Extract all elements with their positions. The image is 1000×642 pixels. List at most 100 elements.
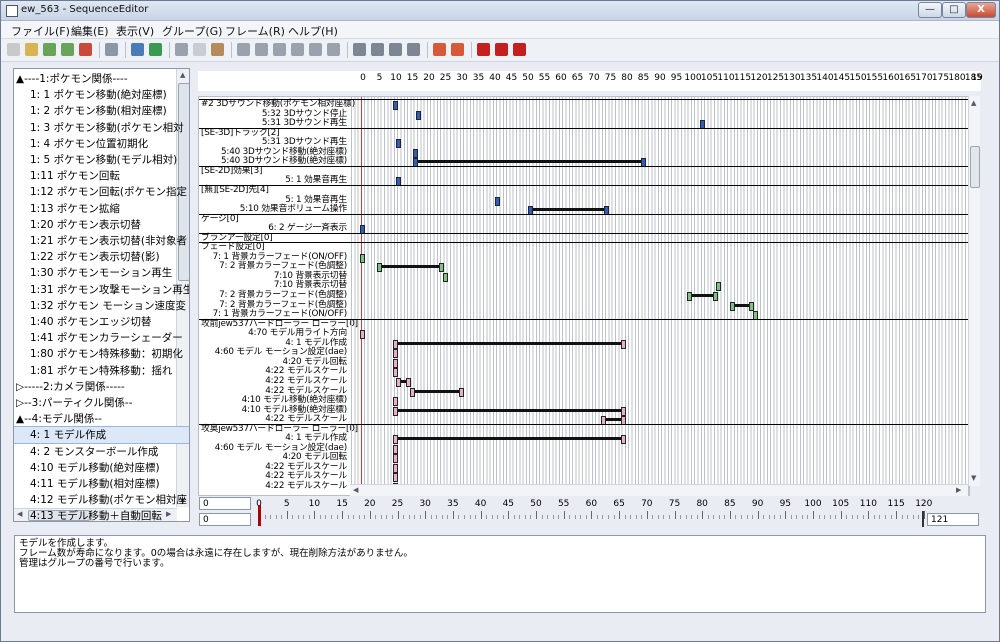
menu-file[interactable]: ファイル(F) xyxy=(11,23,70,39)
keyframe-marker[interactable] xyxy=(393,406,398,416)
keyframe-marker[interactable] xyxy=(716,282,722,292)
keyframe-marker[interactable] xyxy=(393,358,398,368)
keyframe-marker[interactable] xyxy=(396,139,402,149)
tree-item[interactable]: 1: 2 ポケモン移動(相対座標) xyxy=(14,103,189,119)
track-label[interactable]: 4:22 モデルスケール xyxy=(265,482,347,491)
keyframe-marker[interactable] xyxy=(396,377,402,387)
frame-right-icon[interactable] xyxy=(407,43,420,56)
tree-group[interactable]: ▲----1:ポケモン関係---- xyxy=(14,71,176,87)
cut-icon[interactable] xyxy=(175,43,188,56)
tree-item[interactable]: 1:20 ポケモン表示切替 xyxy=(14,217,189,233)
record-icon[interactable] xyxy=(495,43,508,56)
duration-bar[interactable] xyxy=(416,160,643,164)
duration-bar[interactable] xyxy=(380,265,442,269)
command-tree[interactable]: ▲ ▼ ◀ ▶ ▲----1:ポケモン関係---- 1: 1 ポケモン移動(絶対座… xyxy=(13,68,190,522)
keyframe-marker[interactable] xyxy=(620,406,626,416)
timeline-scroll-down-icon[interactable]: ▼ xyxy=(971,474,976,482)
tree-item[interactable]: 1: 4 ポケモン位置初期化 xyxy=(14,136,189,152)
track-label[interactable]: 4:70 モデル用ライト方向 xyxy=(248,329,347,338)
frame-ruler[interactable]: 0 5 10 15 20 25 30 35 40 45 50 55 60 65 70 75 80 85 90 95 10… xyxy=(198,71,983,91)
keyframe-marker[interactable] xyxy=(393,463,398,473)
save-down-icon[interactable] xyxy=(61,43,74,56)
tree-item[interactable]: 1:41 ポケモンカラーシェーダー xyxy=(14,330,189,346)
tree-item[interactable]: 4:10 モデル移動(絶対座標) xyxy=(14,460,189,476)
redo-icon[interactable] xyxy=(149,43,162,56)
open-folder-icon[interactable] xyxy=(25,43,38,56)
duration-bar[interactable] xyxy=(413,389,461,393)
duration-bar[interactable] xyxy=(397,437,623,441)
tree-item[interactable]: 1: 3 ポケモン移動(ポケモン相対 xyxy=(14,120,189,136)
record-end-icon[interactable] xyxy=(513,43,526,56)
start-frame-field[interactable]: 0 xyxy=(199,497,251,510)
duration-bar[interactable] xyxy=(532,208,607,212)
keyframe-marker[interactable] xyxy=(729,301,735,311)
save-up-icon[interactable] xyxy=(43,43,56,56)
keyframe-marker[interactable] xyxy=(393,397,398,407)
car-icon[interactable] xyxy=(105,43,118,56)
indent-icon[interactable] xyxy=(291,43,304,56)
menu-edit[interactable]: 編集(E) xyxy=(71,23,109,39)
current-frame-field[interactable]: 0 xyxy=(199,513,251,526)
tree-item[interactable]: 4: 2 モンスターボール作成 xyxy=(14,444,189,460)
track-label[interactable]: 5:31 3Dサウンド再生 xyxy=(262,138,347,147)
timeline-vertical-thumb[interactable] xyxy=(970,146,980,188)
minimize-button[interactable]: — xyxy=(918,2,942,18)
keyframe-marker[interactable] xyxy=(620,339,626,349)
tree-item[interactable]: 4:11 モデル移動(相対座標) xyxy=(14,476,189,492)
tree-item[interactable]: 4:13 モデル移動＋自動回転 xyxy=(14,508,189,521)
keyframe-marker[interactable] xyxy=(713,292,719,301)
tree-item[interactable]: 1:81 ポケモン特殊移動：揺れ xyxy=(14,363,189,379)
keyframe-marker[interactable] xyxy=(393,435,398,445)
record-stop-icon[interactable] xyxy=(477,43,490,56)
frame-left-icon[interactable] xyxy=(353,43,366,56)
close-button[interactable]: X xyxy=(966,2,996,18)
outdent-icon[interactable] xyxy=(309,43,322,56)
track-label[interactable]: 4: 1 モデル作成 xyxy=(285,434,347,443)
tree-item[interactable]: 1: 5 ポケモン移動(モデル相対) xyxy=(14,152,189,168)
tree-item[interactable]: 1:31 ポケモン攻撃モーション再生 xyxy=(14,282,189,298)
align-right-icon[interactable] xyxy=(273,43,286,56)
paste-icon[interactable] xyxy=(211,43,224,56)
tree-item[interactable]: 1: 1 ポケモン移動(絶対座標) xyxy=(14,87,189,103)
track-label[interactable]: 4:10 モデル移動(絶対座標) xyxy=(242,396,348,405)
keyframe-marker[interactable] xyxy=(393,349,398,359)
keyframe-marker[interactable] xyxy=(360,253,365,263)
tree-item[interactable]: 1:40 ポケモンエッジ切替 xyxy=(14,314,189,330)
keyframe-marker[interactable] xyxy=(495,196,501,206)
track-label[interactable]: 4:22 モデルスケール xyxy=(265,376,347,386)
track-group-label[interactable]: フェード設定[0] xyxy=(201,243,347,252)
timeline-scroll-right-icon[interactable]: ▶ xyxy=(956,486,961,494)
menu-group[interactable]: グループ(G) xyxy=(162,23,222,39)
frame-slider-thumb[interactable] xyxy=(258,505,261,526)
keyframe-marker[interactable] xyxy=(459,387,464,397)
keyframe-marker[interactable] xyxy=(393,101,398,110)
tree-group[interactable]: ▷--3:パーティクル関係-- xyxy=(14,395,176,411)
frame-mid-icon[interactable] xyxy=(371,43,384,56)
track-label[interactable]: 7: 2 背景カラーフェード(色調整) xyxy=(219,291,347,300)
new-file-icon[interactable] xyxy=(7,43,20,56)
tree-item[interactable]: 1:13 ポケモン拡縮 xyxy=(14,201,189,217)
keyframe-marker[interactable] xyxy=(406,377,412,387)
align-left-icon[interactable] xyxy=(237,43,250,56)
key-add-icon[interactable] xyxy=(433,43,446,56)
duration-bar[interactable] xyxy=(397,408,623,412)
menu-view[interactable]: 表示(V) xyxy=(116,23,154,39)
keyframe-marker[interactable] xyxy=(393,444,398,454)
exit-icon[interactable] xyxy=(79,43,92,56)
track-group-label[interactable]: [無][SE-2D]先[4] xyxy=(201,185,347,195)
timeline-scroll-left-icon[interactable]: ◀ xyxy=(353,486,358,494)
end-frame-marker[interactable] xyxy=(922,511,924,527)
undo-icon[interactable] xyxy=(131,43,144,56)
keyframe-marker[interactable] xyxy=(412,148,418,158)
scroll-up-icon[interactable]: ▲ xyxy=(180,71,185,79)
keyframe-marker[interactable] xyxy=(360,330,365,340)
tree-group[interactable]: ▲--4:モデル関係-- xyxy=(14,411,176,427)
tree-item[interactable]: 4:12 モデル移動(ポケモン相対座 xyxy=(14,492,189,508)
duration-bar[interactable] xyxy=(690,294,716,297)
keyframe-marker[interactable] xyxy=(620,435,626,445)
track-label[interactable]: 4:20 モデル回転 xyxy=(282,453,347,462)
keyframe-marker[interactable] xyxy=(686,292,692,301)
key-remove-icon[interactable] xyxy=(451,43,464,56)
maximize-button[interactable]: □ xyxy=(942,2,966,18)
tree-item[interactable]: 1:30 ポケモンモーション再生 xyxy=(14,265,189,281)
